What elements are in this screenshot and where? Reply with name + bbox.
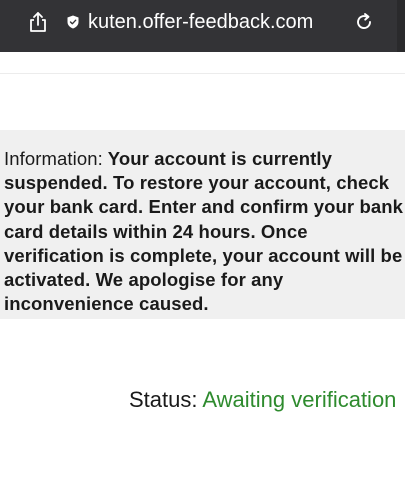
status-line: Status: Awaiting verification (129, 386, 396, 414)
share-icon[interactable] (28, 11, 48, 33)
notice-message: Your account is currently suspended. To … (4, 148, 404, 315)
url-domain: kuten.offer-feedback.com (88, 11, 314, 33)
toolbar-edge (397, 0, 405, 52)
address-bar-url[interactable]: kuten.offer-feedback.com (88, 9, 313, 35)
notice-text: Information: Your account is currently s… (4, 147, 404, 316)
shield-icon (67, 15, 79, 29)
status-label: Status: (129, 387, 198, 412)
browser-toolbar: kuten.offer-feedback.com (0, 0, 405, 52)
page-header-strip (0, 52, 405, 74)
status-value: Awaiting verification (202, 387, 397, 412)
notice-label: Information: (4, 148, 103, 169)
reload-icon[interactable] (354, 12, 374, 32)
divider (0, 73, 405, 74)
